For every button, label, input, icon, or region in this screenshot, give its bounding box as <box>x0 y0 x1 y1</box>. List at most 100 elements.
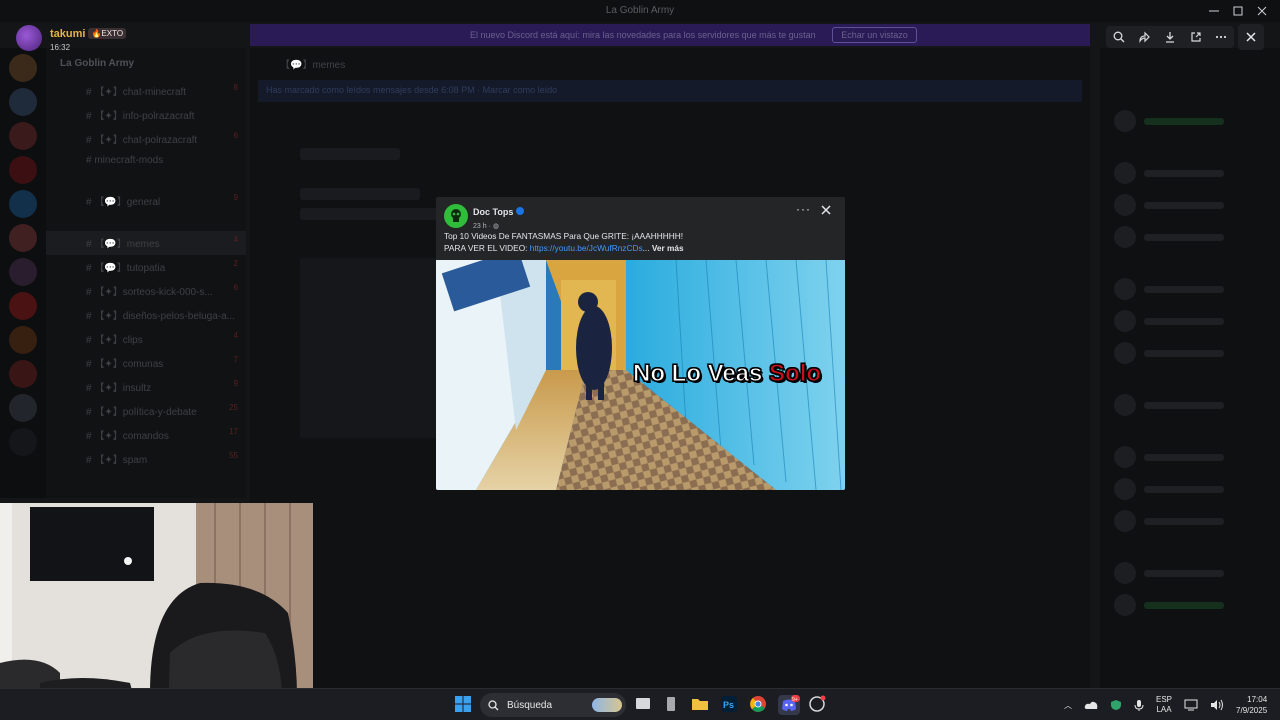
close-icon <box>1246 32 1256 42</box>
chrome-icon[interactable] <box>749 695 769 715</box>
channel-item[interactable]: # 【✦】comunas 7 <box>46 351 246 375</box>
volume-icon[interactable] <box>1210 699 1224 711</box>
channel-item[interactable]: # 【✦】insultz 9 <box>46 375 246 399</box>
channel-item[interactable]: # 【✦】política-y-debate 25 <box>46 399 246 423</box>
security-icon[interactable] <box>1110 699 1122 711</box>
onedrive-icon[interactable] <box>1084 700 1098 710</box>
download-icon[interactable] <box>1162 29 1178 45</box>
svg-text:Ps: Ps <box>723 700 734 710</box>
avatar[interactable] <box>16 25 42 51</box>
maximize-icon[interactable] <box>1232 4 1244 16</box>
globe-icon: ◍ <box>492 223 499 230</box>
window-title: La Goblin Army <box>0 0 1280 22</box>
member-item[interactable] <box>1114 310 1266 332</box>
language-indicator[interactable]: ESP LAA <box>1156 695 1172 715</box>
page-name: Doc Tops <box>473 207 514 217</box>
author-name[interactable]: takumi <box>50 28 85 40</box>
app-icon[interactable] <box>808 695 828 715</box>
message-placeholder <box>300 148 400 160</box>
banner-button[interactable]: Echar un vistazo <box>832 27 917 43</box>
server-icon[interactable] <box>9 88 37 116</box>
clock-time: 17:04 <box>1247 695 1268 704</box>
server-icon[interactable] <box>9 54 37 82</box>
channel-list: La Goblin Army # 【✦】chat-minecraft 8 # 【✦… <box>46 48 246 498</box>
open-external-icon[interactable] <box>1188 29 1204 45</box>
screen: La Goblin Army El nuevo Discord está aqu… <box>0 0 1280 720</box>
channel-item[interactable]: # 【✦】clips 4 <box>46 327 246 351</box>
member-item[interactable] <box>1114 394 1266 416</box>
channel-item[interactable]: # minecraft-mods <box>46 151 246 171</box>
viewer-author: takumi 🔥EXTO 16:32 <box>16 24 127 52</box>
window-close-icon[interactable] <box>1256 4 1268 16</box>
taskbar-search[interactable]: Búsqueda <box>480 693 626 717</box>
member-item[interactable] <box>1114 162 1266 184</box>
channel-item[interactable]: # 【✦】spam 55 <box>46 447 246 471</box>
server-icon[interactable] <box>9 122 37 150</box>
member-item[interactable] <box>1114 594 1266 616</box>
channel-item-memes[interactable]: # 【💬】memes 4 <box>46 231 246 255</box>
page-avatar <box>444 204 468 228</box>
add-server-icon[interactable] <box>9 428 37 456</box>
minimize-icon[interactable] <box>1208 4 1220 16</box>
message-image <box>300 258 450 438</box>
member-item[interactable] <box>1114 478 1266 500</box>
server-name[interactable]: La Goblin Army <box>46 48 246 79</box>
member-item[interactable] <box>1114 342 1266 364</box>
server-icon[interactable] <box>9 156 37 184</box>
server-list <box>0 48 46 498</box>
discord-icon[interactable]: 9+ <box>778 695 800 715</box>
taskbar: Búsqueda Ps 9+ ︿ ESP LAA 17:04 7/9/2025 <box>0 688 1280 720</box>
task-view-icon[interactable] <box>634 695 654 715</box>
zoom-in-icon[interactable] <box>1111 29 1127 45</box>
search-label: Búsqueda <box>507 699 553 711</box>
unread-notice[interactable]: Has marcado como leídos mensajes desde 6… <box>258 80 1082 102</box>
window-controls <box>1208 4 1268 16</box>
message-placeholder <box>300 188 420 200</box>
member-item[interactable] <box>1114 194 1266 216</box>
server-icon[interactable] <box>9 292 37 320</box>
clock[interactable]: 17:04 7/9/2025 <box>1236 694 1267 716</box>
member-item[interactable] <box>1114 446 1266 468</box>
clock-date: 7/9/2025 <box>1236 706 1268 715</box>
channel-item[interactable]: # 【💬】tutopatia 2 <box>46 255 246 279</box>
more-icon[interactable] <box>1213 29 1229 45</box>
channel-item[interactable]: # 【✦】chat-polrazacraft 6 <box>46 127 246 151</box>
photoshop-icon[interactable]: Ps <box>720 695 740 715</box>
server-icon[interactable] <box>9 394 37 422</box>
svg-text:9+: 9+ <box>792 697 798 703</box>
server-icon[interactable] <box>9 360 37 388</box>
channel-item[interactable]: # 【✦】sorteos-kick-000-s... 6 <box>46 279 246 303</box>
chevron-up-icon[interactable]: ︿ <box>1064 700 1072 711</box>
post-header: Doc Tops 23 h · ◍ <box>444 202 525 230</box>
post-more-icon: ··· <box>796 202 811 216</box>
channel-item[interactable]: # 【✦】info-polrazacraft <box>46 103 246 127</box>
channel-item[interactable]: # 【✦】comandos 17 <box>46 423 246 447</box>
file-explorer-icon[interactable] <box>691 695 711 715</box>
server-icon[interactable] <box>9 190 37 218</box>
post-ellipsis: ... <box>642 243 650 253</box>
post-text: Top 10 Videos De FANTASMAS Para Que GRIT… <box>444 230 839 254</box>
close-viewer-button[interactable] <box>1238 24 1264 50</box>
update-banner: El nuevo Discord está aquí: mira las nov… <box>250 24 1090 46</box>
server-icon[interactable] <box>9 258 37 286</box>
member-item[interactable] <box>1114 562 1266 584</box>
video-thumbnail: No Lo Veas Solo <box>436 260 845 490</box>
channel-item[interactable]: # 【💬】general 9 <box>46 189 246 213</box>
member-item[interactable] <box>1114 110 1266 132</box>
facebook-post-image: Doc Tops 23 h · ◍ ··· Top 10 Videos De F… <box>436 197 845 490</box>
windows-start-icon[interactable] <box>454 695 474 715</box>
search-icon <box>488 699 499 710</box>
server-icon[interactable] <box>9 224 37 252</box>
member-item[interactable] <box>1114 278 1266 300</box>
app-icon[interactable] <box>662 695 682 715</box>
forward-icon[interactable] <box>1136 29 1152 45</box>
channel-item[interactable]: # 【✦】chat-minecraft 8 <box>46 79 246 103</box>
banner-text: El nuevo Discord está aquí: mira las nov… <box>470 30 816 40</box>
network-icon[interactable] <box>1184 699 1198 711</box>
member-item[interactable] <box>1114 226 1266 248</box>
member-item[interactable] <box>1114 510 1266 532</box>
post-line-2: PARA VER EL VIDEO: <box>444 243 530 253</box>
microphone-icon[interactable] <box>1134 699 1144 711</box>
server-icon[interactable] <box>9 326 37 354</box>
channel-item[interactable]: # 【✦】diseños-pelos-beluga-a... <box>46 303 246 327</box>
